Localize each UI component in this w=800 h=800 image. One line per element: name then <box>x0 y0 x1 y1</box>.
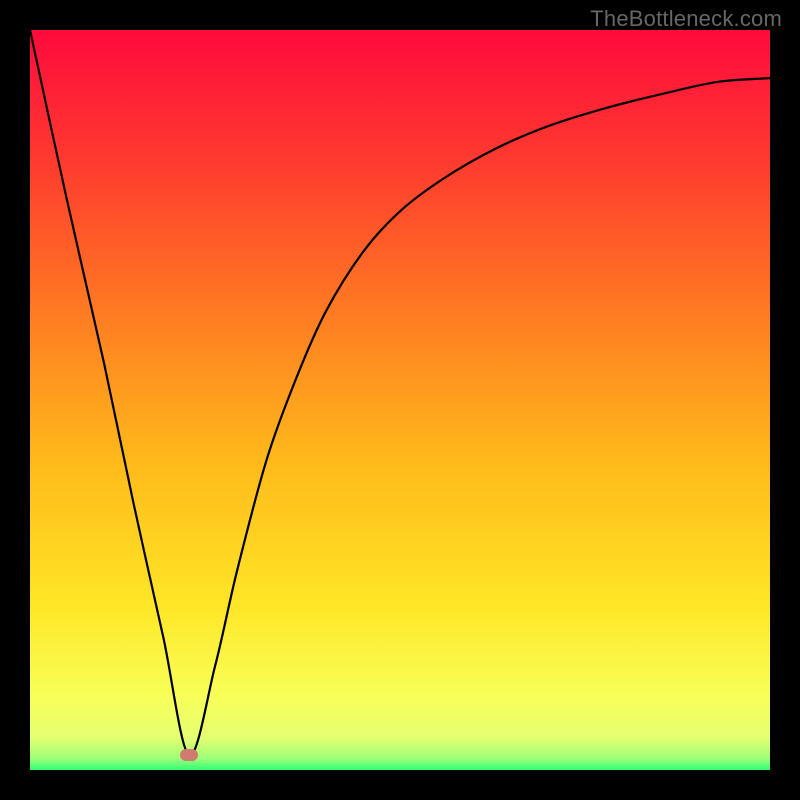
curve-path <box>30 30 770 755</box>
chart-frame: TheBottleneck.com <box>0 0 800 800</box>
plot-area <box>30 30 770 770</box>
bottleneck-curve <box>30 30 770 770</box>
min-marker <box>180 749 198 761</box>
watermark-text: TheBottleneck.com <box>590 6 782 32</box>
